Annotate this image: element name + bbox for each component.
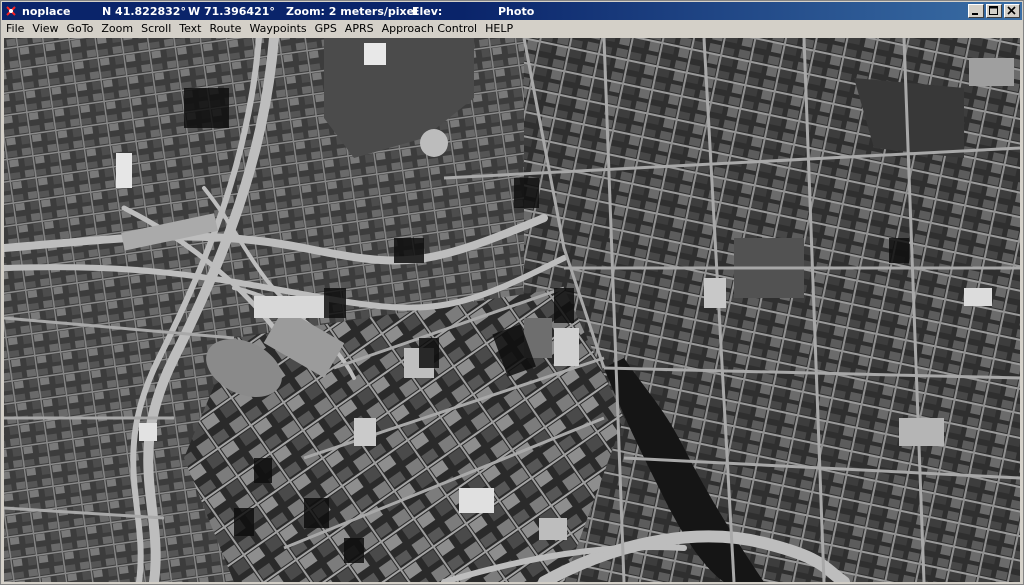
window-title: noplace xyxy=(22,4,71,18)
menu-bar: File View GoTo Zoom Scroll Text Route Wa… xyxy=(2,20,1022,37)
menu-view[interactable]: View xyxy=(28,20,62,37)
elevation-readout: Elev: xyxy=(412,4,443,18)
close-button[interactable] xyxy=(1004,4,1020,18)
menu-scroll[interactable]: Scroll xyxy=(137,20,175,37)
menu-goto[interactable]: GoTo xyxy=(63,20,98,37)
app-icon[interactable] xyxy=(4,4,18,18)
menu-waypoints[interactable]: Waypoints xyxy=(245,20,310,37)
map-view[interactable] xyxy=(4,38,1020,582)
layer-readout: Photo xyxy=(498,4,535,18)
maximize-button[interactable] xyxy=(986,4,1002,18)
menu-file[interactable]: File xyxy=(2,20,28,37)
minimize-icon xyxy=(972,13,978,15)
app-window: noplace N 41.822832° W 71.396421° Zoom: … xyxy=(0,0,1024,585)
menu-aprs[interactable]: APRS xyxy=(341,20,378,37)
menu-text[interactable]: Text xyxy=(175,20,205,37)
menu-approach-control[interactable]: Approach Control xyxy=(378,20,482,37)
title-bar[interactable]: noplace N 41.822832° W 71.396421° Zoom: … xyxy=(2,2,1022,20)
latitude-readout: N 41.822832° xyxy=(102,4,186,18)
aerial-photo xyxy=(4,38,1020,582)
menu-zoom[interactable]: Zoom xyxy=(97,20,137,37)
minimize-button[interactable] xyxy=(968,4,984,18)
maximize-icon xyxy=(989,6,998,15)
menu-gps[interactable]: GPS xyxy=(311,20,341,37)
menu-help[interactable]: HELP xyxy=(481,20,517,37)
menu-route[interactable]: Route xyxy=(206,20,246,37)
window-controls xyxy=(966,4,1020,18)
zoom-readout: Zoom: 2 meters/pixel xyxy=(286,4,418,18)
longitude-readout: W 71.396421° xyxy=(188,4,275,18)
close-icon xyxy=(1007,6,1016,15)
